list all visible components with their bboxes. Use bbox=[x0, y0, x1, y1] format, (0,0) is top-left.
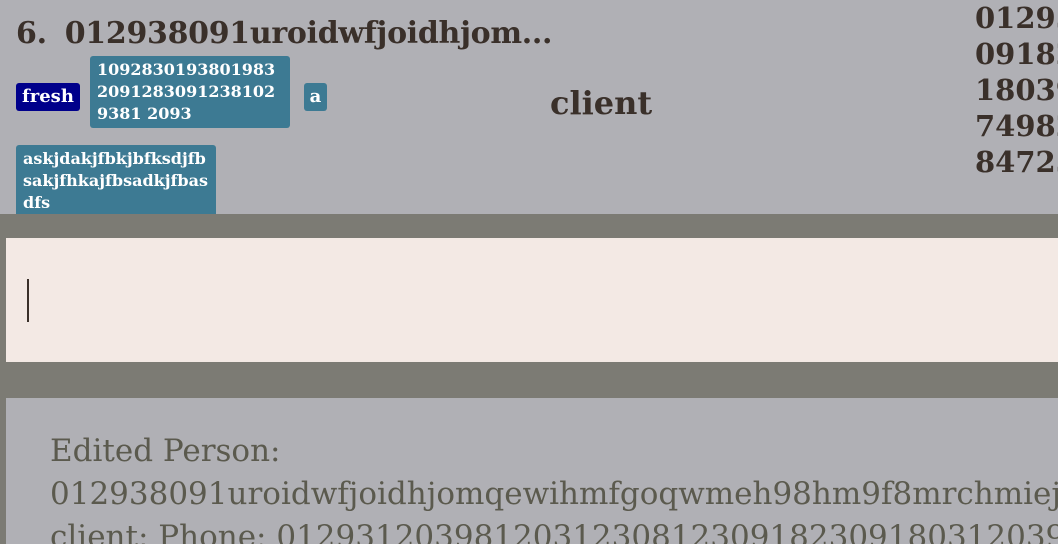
phone-line: 74982 bbox=[975, 109, 1058, 143]
person-name-heading: 6. 012938091uroidwfjoidhjom... bbox=[16, 16, 553, 51]
phone-line: 18039 bbox=[975, 73, 1058, 107]
person-role: client bbox=[550, 84, 653, 122]
result-message: Edited Person: 012938091uroidwfjoidhjomq… bbox=[50, 430, 1058, 544]
person-index: 6. bbox=[16, 16, 47, 51]
phone-line: 09182 bbox=[975, 37, 1058, 71]
result-line: 012938091uroidwfjoidhjomqewihmfgoqwmeh98… bbox=[50, 476, 1058, 512]
command-input[interactable] bbox=[6, 238, 1058, 362]
tag-a: a bbox=[304, 83, 327, 111]
person-name: 012938091uroidwfjoidhjom... bbox=[64, 16, 553, 51]
result-display: Edited Person: 012938091uroidwfjoidhjomq… bbox=[6, 398, 1058, 544]
person-phone: 01293 09182 18039 74982 84723 bbox=[975, 0, 1058, 180]
phone-line: 01293 bbox=[975, 1, 1058, 35]
tag-fresh: fresh bbox=[16, 83, 80, 111]
tag-text: askjdakjfbkjbfksdjfbsakjfhkajfbsadkjfbas… bbox=[16, 145, 216, 214]
phone-line: 84723 bbox=[975, 145, 1058, 179]
result-line: Edited Person: bbox=[50, 433, 281, 469]
person-list-panel: 6. 012938091uroidwfjoidhjom... fresh 1092… bbox=[0, 0, 1058, 214]
tag-long-number: 109283019380198320912830912381029381 209… bbox=[90, 56, 290, 128]
result-line: client; Phone: 0129312039812031230812309… bbox=[50, 519, 1058, 544]
text-caret bbox=[27, 279, 29, 322]
